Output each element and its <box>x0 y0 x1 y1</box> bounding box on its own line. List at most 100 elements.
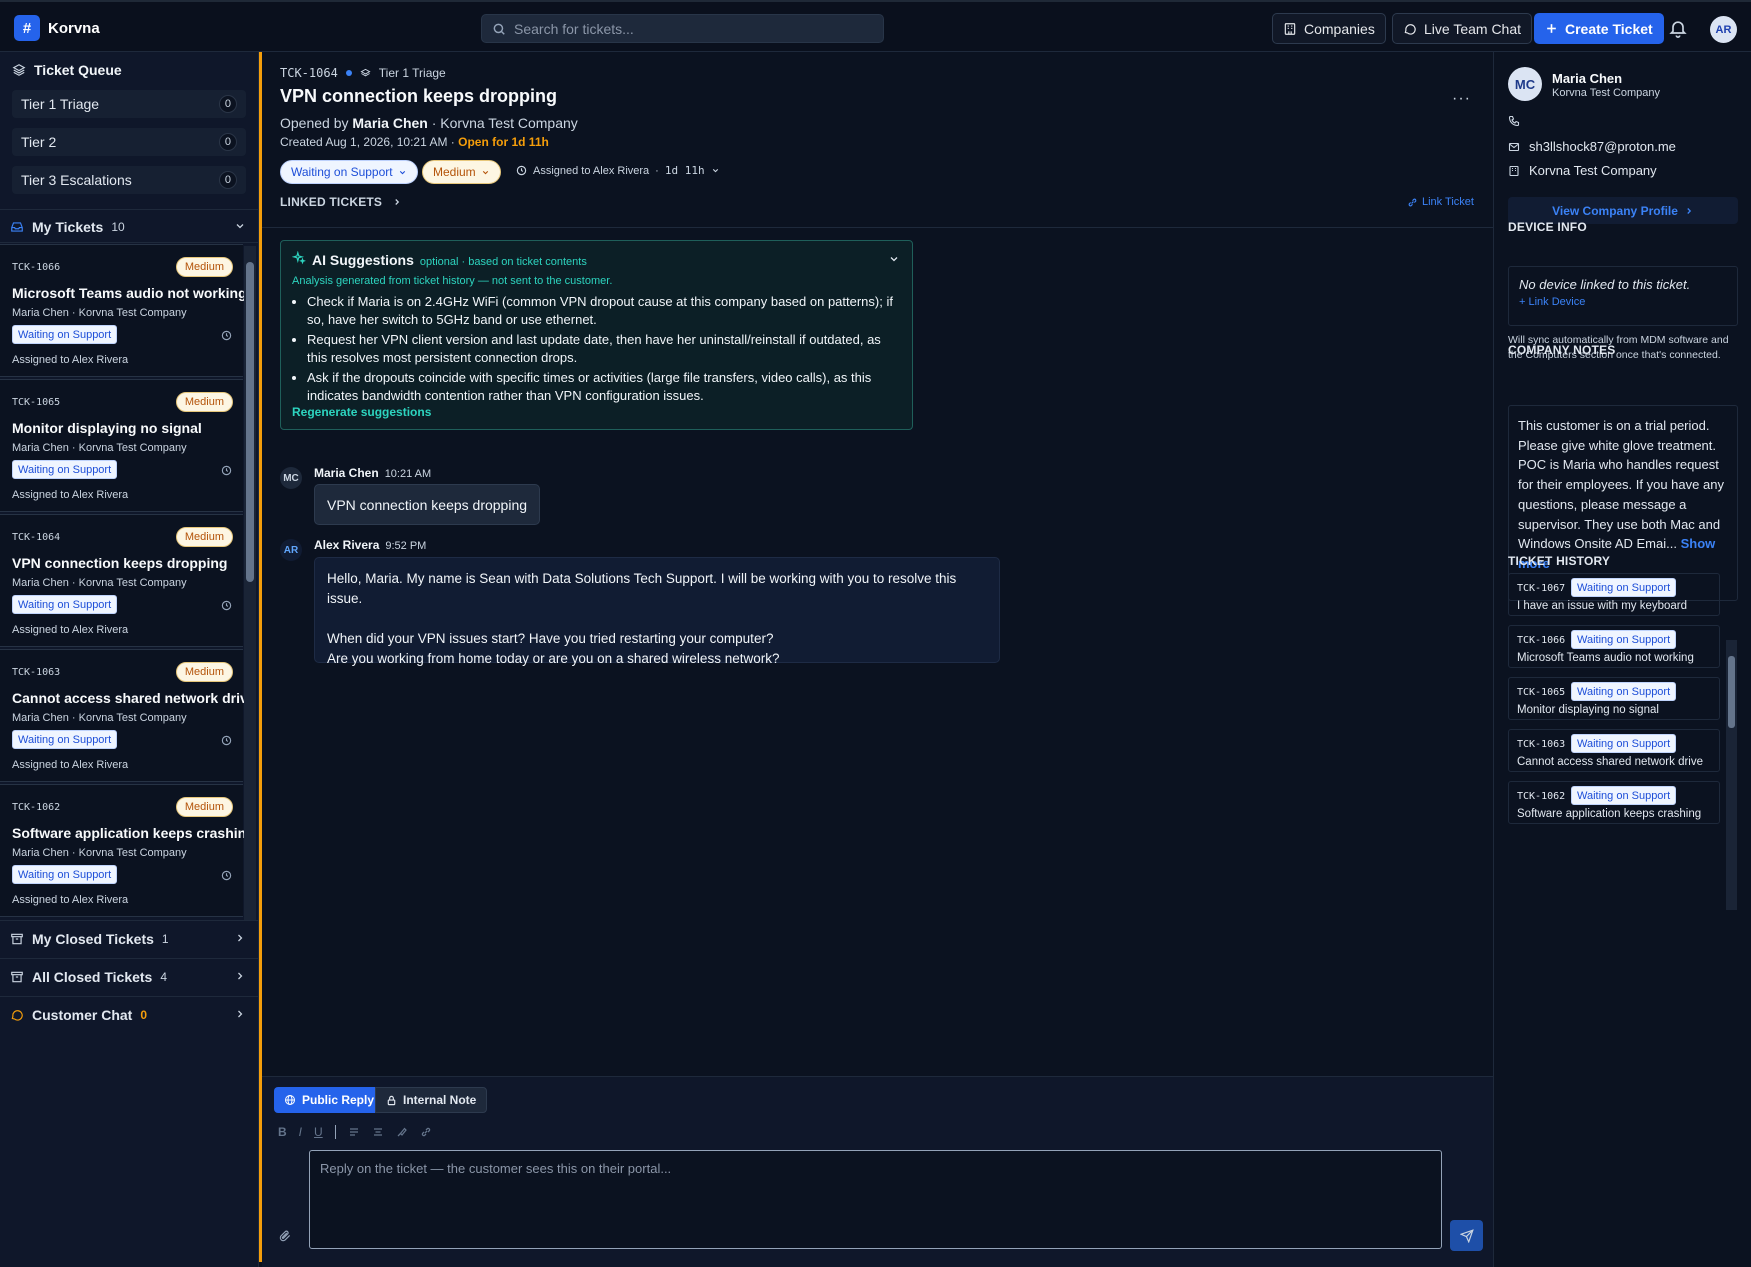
search-input[interactable] <box>514 20 854 37</box>
collapse-chevron-icon[interactable] <box>888 253 900 265</box>
contact-company-line[interactable]: Korvna Test Company <box>1508 163 1657 178</box>
history-item[interactable]: TCK-1067 Waiting on Support I have an is… <box>1508 573 1720 616</box>
link-icon <box>1407 197 1418 208</box>
clock-icon <box>221 465 232 476</box>
brand-name: Korvna <box>48 19 100 37</box>
my-tickets-count: 10 <box>111 220 125 234</box>
history-id: TCK-1066 <box>1517 635 1566 646</box>
chat-bubble-icon <box>1403 22 1417 36</box>
regenerate-suggestions-link[interactable]: Regenerate suggestions <box>292 405 431 419</box>
ticket-card-1062[interactable]: TCK-1062 Medium Software application kee… <box>0 784 245 917</box>
history-scroll-thumb[interactable] <box>1728 656 1735 728</box>
ai-title: AI Suggestions <box>312 252 414 268</box>
send-button[interactable] <box>1450 1220 1483 1251</box>
history-item[interactable]: TCK-1063 Waiting on Support Cannot acces… <box>1508 729 1720 772</box>
align-center-icon[interactable] <box>372 1126 384 1138</box>
status-badge: Waiting on Support <box>1571 786 1677 805</box>
more-options-button[interactable]: ··· <box>1452 90 1471 108</box>
bold-button[interactable]: B <box>278 1125 287 1139</box>
internal-note-tab[interactable]: Internal Note <box>375 1087 488 1113</box>
brand[interactable]: # Korvna <box>14 15 100 41</box>
user-avatar[interactable]: AR <box>1710 16 1737 43</box>
ticket-card-1065[interactable]: TCK-1065 Medium Monitor displaying no si… <box>0 379 243 512</box>
search-bar[interactable] <box>481 14 884 43</box>
paperclip-icon[interactable] <box>278 1229 292 1243</box>
opened-by-name[interactable]: Maria Chen <box>352 115 427 131</box>
assignee-dropdown[interactable]: Assigned to Alex Rivera · 1d 11h <box>516 164 720 177</box>
priority-dropdown[interactable]: Medium <box>422 160 501 184</box>
no-device-text: No device linked to this ticket. <box>1519 277 1691 292</box>
queue-count: 0 <box>218 171 237 189</box>
message-avatar: AR <box>280 539 302 561</box>
device-info-box: No device linked to this ticket. + Link … <box>1508 266 1738 326</box>
italic-button[interactable]: I <box>299 1125 302 1139</box>
ticket-list-scroll-thumb[interactable] <box>246 262 254 582</box>
my-tickets-label: My Tickets <box>32 219 104 235</box>
queue-item-tier-3[interactable]: Tier 3 Escalations 0 <box>12 166 246 194</box>
status-badge: Waiting on Support <box>1571 578 1677 597</box>
link-ticket-button[interactable]: Link Ticket <box>1407 196 1474 208</box>
email-value: sh3llshock87@proton.me <box>1529 139 1676 154</box>
ticket-card-1064[interactable]: TCK-1064 Medium VPN connection keeps dro… <box>0 514 243 647</box>
companies-button[interactable]: Companies <box>1272 13 1386 44</box>
status-badge: Waiting on Support <box>1571 682 1677 701</box>
queue-label: Tier 3 Escalations <box>21 172 132 188</box>
ticket-card-1063[interactable]: TCK-1063 Medium Cannot access shared net… <box>0 649 245 782</box>
device-info-title: DEVICE INFO <box>1508 220 1587 234</box>
sidebar-divider <box>0 242 259 243</box>
create-ticket-button[interactable]: Create Ticket <box>1534 13 1664 44</box>
link-icon[interactable] <box>420 1126 432 1138</box>
list-icon[interactable] <box>348 1126 360 1138</box>
ai-suggestion: Ask if the dropouts coincide with specif… <box>307 369 903 404</box>
my-tickets-toggle[interactable]: My Tickets 10 <box>10 214 248 240</box>
status-badge: Waiting on Support <box>12 730 118 749</box>
ticket-age: 1d 11h <box>664 164 705 177</box>
layers-icon <box>360 68 371 79</box>
history-id: TCK-1063 <box>1517 739 1566 750</box>
public-reply-label: Public Reply <box>302 1093 375 1107</box>
status-value: Waiting on Support <box>291 165 393 179</box>
ticket-header: TCK-1064 Tier 1 Triage VPN connection ke… <box>262 52 1493 228</box>
created-line: Created Aug 1, 2026, 10:21 AM · Open for… <box>280 135 549 149</box>
reply-textarea[interactable] <box>320 1161 1431 1238</box>
chevron-down-icon <box>481 168 490 177</box>
all-closed-tickets-toggle[interactable]: All Closed Tickets 4 <box>10 964 248 990</box>
ai-suggestions-header: AI Suggestions optional · based on ticke… <box>292 251 587 268</box>
separator: · <box>655 164 659 177</box>
clear-format-icon[interactable] <box>396 1126 408 1138</box>
queue-item-tier-1[interactable]: Tier 1 Triage 0 <box>12 90 246 118</box>
live-team-chat-button[interactable]: Live Team Chat <box>1392 13 1533 44</box>
ticket-title: VPN connection keeps dropping <box>280 86 558 106</box>
clock-icon <box>221 870 232 881</box>
opened-prefix: Opened by <box>280 115 349 131</box>
opened-by: Opened by Maria Chen · Korvna Test Compa… <box>280 115 578 131</box>
status-badge: Waiting on Support <box>12 595 118 614</box>
ticket-assignee: Assigned to Alex Rivera <box>12 624 129 636</box>
history-item[interactable]: TCK-1062 Waiting on Support Software app… <box>1508 781 1720 824</box>
priority-badge: Medium <box>175 527 233 547</box>
message-time: 9:52 PM <box>385 540 427 552</box>
contact-email[interactable]: sh3llshock87@proton.me <box>1508 139 1676 154</box>
message-time: 10:21 AM <box>384 468 432 480</box>
ticket-id: TCK-1063 <box>12 667 61 678</box>
link-device-link[interactable]: + Link Device <box>1519 296 1727 308</box>
linked-tickets-toggle[interactable]: LINKED TICKETS <box>280 195 402 209</box>
ticket-card-1066[interactable]: TCK-1066 Medium Microsoft Teams audio no… <box>0 244 245 377</box>
my-closed-tickets-toggle[interactable]: My Closed Tickets 1 <box>10 926 248 952</box>
customer-chat-toggle[interactable]: Customer Chat 0 <box>10 1002 248 1028</box>
ticket-assignee: Assigned to Alex Rivera <box>12 354 129 366</box>
contact-phone[interactable] <box>1508 115 1529 127</box>
public-reply-tab[interactable]: Public Reply <box>274 1087 385 1113</box>
ticket-requester: Maria Chen · Korvna Test Company <box>12 577 187 589</box>
history-item[interactable]: TCK-1066 Waiting on Support Microsoft Te… <box>1508 625 1720 668</box>
status-dropdown[interactable]: Waiting on Support <box>280 160 418 184</box>
ticket-title: Microsoft Teams audio not working <box>12 285 245 301</box>
ticket-requester: Maria Chen · Korvna Test Company <box>12 712 187 724</box>
phone-icon <box>1508 115 1520 127</box>
queue-label: Tier 1 Triage <box>21 96 100 112</box>
bell-icon[interactable] <box>1668 18 1688 38</box>
queue-item-tier-2[interactable]: Tier 2 0 <box>12 128 246 156</box>
ticket-history-list: TCK-1067 Waiting on Support I have an is… <box>1508 573 1736 841</box>
underline-button[interactable]: U <box>314 1125 323 1139</box>
history-item[interactable]: TCK-1065 Waiting on Support Monitor disp… <box>1508 677 1720 720</box>
